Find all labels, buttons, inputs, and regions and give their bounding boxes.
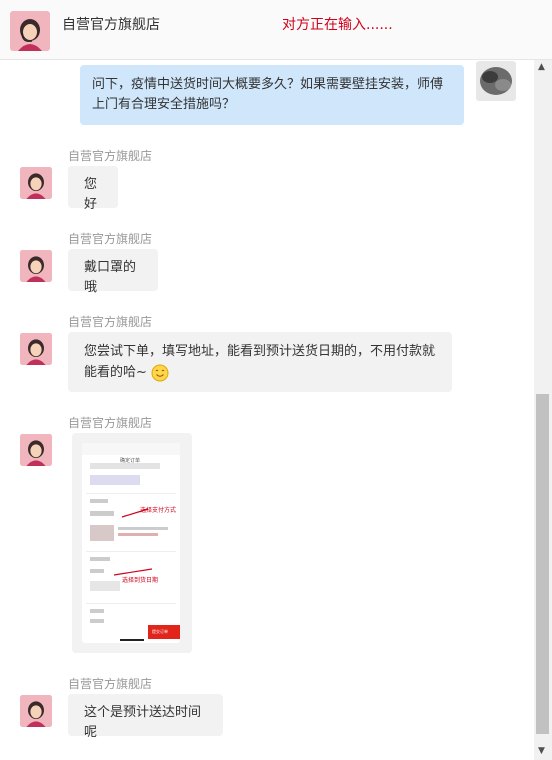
shop-message-bubble: 您好	[68, 166, 118, 212]
order-screenshot-image: 确定订单 选择支付方式 选择到货日期 提交订单	[82, 443, 180, 643]
sender-name: 自营官方旗舰店	[68, 315, 153, 329]
sender-name: 自营官方旗舰店	[68, 149, 153, 163]
message-text: 这个是预计送达时间呢	[84, 705, 202, 740]
sender-name: 自营官方旗舰店	[68, 232, 153, 246]
shop-avatar[interactable]	[20, 434, 52, 466]
my-message-bubble: 问下，疫情中送货时间大概要多久？如果需要壁挂安装，师傅上门有合理安全措施吗？	[80, 65, 464, 125]
image-annotation-text: 选择到货日期	[122, 577, 159, 584]
smile-emoji-icon	[151, 364, 169, 382]
scroll-down-arrow-icon[interactable]: ▼	[538, 746, 545, 756]
shop-avatar[interactable]	[20, 695, 52, 727]
shop-name: 自营官方旗舰店	[62, 17, 160, 33]
shop-message-bubble: 这个是预计送达时间呢	[68, 694, 223, 740]
sender-name: 自营官方旗舰店	[68, 677, 153, 691]
scroll-up-arrow-icon[interactable]: ▲	[538, 62, 545, 72]
shop-avatar[interactable]	[20, 333, 52, 365]
message-text: 您尝试下单，填写地址，能看到预计送货日期的，不用付款就能看的哈~	[84, 344, 436, 380]
sender-name: 自营官方旗舰店	[68, 416, 153, 430]
image-annotation-text: 选择支付方式	[140, 507, 177, 514]
scrollbar-thumb[interactable]	[536, 394, 549, 734]
chat-header: 自营官方旗舰店 对方正在输入......	[0, 0, 552, 60]
typing-status: 对方正在输入......	[282, 17, 393, 33]
image-title-text: 确定订单	[120, 458, 141, 464]
shop-message-bubble: 您尝试下单，填写地址，能看到预计送货日期的，不用付款就能看的哈~	[68, 332, 452, 392]
shop-avatar[interactable]	[20, 167, 52, 199]
shop-message-bubble: 戴口罩的哦	[68, 249, 158, 295]
chat-message-list[interactable]: 问下，疫情中送货时间大概要多久？如果需要壁挂安装，师傅上门有合理安全措施吗？ 自…	[0, 61, 534, 758]
message-text: 问下，疫情中送货时间大概要多久？如果需要壁挂安装，师傅上门有合理安全措施吗？	[92, 77, 444, 112]
shop-avatar[interactable]	[10, 11, 50, 51]
my-avatar[interactable]	[476, 61, 516, 101]
vertical-scrollbar[interactable]: ▲ ▼	[534, 60, 552, 760]
message-text: 您好	[84, 177, 98, 212]
image-message[interactable]: 确定订单 选择支付方式 选择到货日期 提交订单	[72, 433, 192, 653]
message-text: 戴口罩的哦	[84, 260, 137, 295]
shop-avatar[interactable]	[20, 250, 52, 282]
image-submit-text: 提交订单	[152, 629, 168, 634]
